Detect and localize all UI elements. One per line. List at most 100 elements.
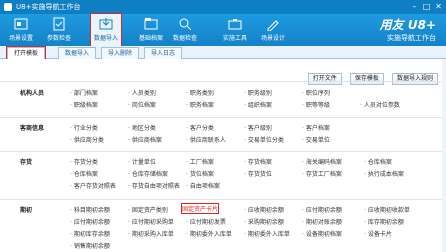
section-label: 客商信息 bbox=[20, 125, 45, 132]
section-inventory: 存货 存货分类 计量单位 工厂档案 存货档案 海关编码档案 仓库档案 仓库档案 … bbox=[0, 151, 446, 198]
list-item[interactable]: 职等等级 bbox=[302, 100, 330, 109]
ribbon-label: 场景设置 bbox=[8, 35, 33, 42]
list-item[interactable]: 仓库档案 bbox=[364, 157, 392, 166]
list-item[interactable]: 海关编码档案 bbox=[302, 157, 342, 166]
list-item[interactable]: 交易单位分类 bbox=[244, 135, 284, 144]
list-item[interactable]: 科目期初余额 bbox=[70, 205, 110, 214]
ribbon-label: 场景设计 bbox=[260, 35, 285, 42]
list-item[interactable]: 地区分类 bbox=[128, 123, 156, 132]
ribbon-scene-settings-button[interactable]: 场景设置 bbox=[6, 14, 36, 46]
u8-workbench-window: U8+实施导航工作台 – □ ✕ 场景设置 参数检查 数据导入 基础档案 数据检… bbox=[0, 0, 446, 252]
app-logo-icon bbox=[4, 3, 12, 11]
vertical-scrollbar[interactable] bbox=[442, 59, 446, 252]
list-item[interactable]: 行业分类 bbox=[70, 123, 98, 132]
ribbon-label: 实施工具 bbox=[222, 35, 247, 42]
list-item[interactable]: 交易单位 bbox=[302, 135, 330, 144]
list-item[interactable]: 货位档案 bbox=[186, 169, 214, 178]
list-item[interactable]: 客户存货对照表 bbox=[70, 181, 116, 190]
section-customer-supplier: 客商信息 行业分类 地区分类 客户分类 客户级别 客户档案 供应商分类 供应商档… bbox=[0, 117, 446, 150]
template-content: 打开文件 保存模板 数据导入规则 机构人员 部门档案 人员类别 职务类别 职务级… bbox=[0, 59, 446, 252]
ribbon-data-import-button[interactable]: 数据导入 bbox=[90, 13, 122, 47]
list-item[interactable]: 人员类别 bbox=[128, 88, 156, 97]
list-item[interactable]: 期初采购入库单 bbox=[128, 229, 174, 238]
list-item[interactable]: 供应商联系人 bbox=[186, 135, 226, 144]
window-title: U8+实施导航工作台 bbox=[16, 3, 81, 11]
tab-data-import[interactable]: 数据导入 bbox=[58, 47, 97, 59]
ribbon-data-check-button[interactable]: 数据检查 bbox=[170, 14, 200, 46]
maximize-icon[interactable]: □ bbox=[422, 2, 431, 11]
list-item[interactable]: 人员对位参数 bbox=[360, 100, 400, 109]
list-item[interactable]: 职务档案 bbox=[186, 100, 214, 109]
list-item[interactable]: 客户级别 bbox=[244, 123, 272, 132]
list-item[interactable]: 期初委外入库单 bbox=[244, 229, 290, 238]
list-item[interactable]: 职级档案 bbox=[70, 100, 98, 109]
ribbon-scene-design-button[interactable]: 场景设计 bbox=[258, 14, 288, 46]
ribbon-label: 基础档案 bbox=[138, 35, 163, 42]
list-item[interactable]: 设备卡片 bbox=[364, 229, 392, 238]
list-item[interactable]: 固定资产类别 bbox=[128, 205, 168, 214]
scene-settings-icon bbox=[14, 18, 28, 30]
brand-subtitle: 实施导航工作台 bbox=[387, 34, 436, 42]
list-item[interactable]: 存货分类 bbox=[70, 157, 98, 166]
list-item[interactable]: 应付期初发票 bbox=[186, 217, 226, 226]
parameter-check-icon bbox=[53, 17, 65, 31]
list-item[interactable]: 岗位档案 bbox=[128, 100, 156, 109]
list-item[interactable]: 期初委外入库单 bbox=[186, 229, 232, 238]
list-item[interactable]: 应付期初采购单 bbox=[128, 217, 174, 226]
list-item[interactable]: 职位序列 bbox=[302, 88, 330, 97]
list-item[interactable]: 供应商档案 bbox=[128, 135, 162, 144]
list-item[interactable]: 仓库档案 bbox=[70, 169, 98, 178]
list-item[interactable]: 执行成本档案 bbox=[364, 169, 404, 178]
tab-import-delete[interactable]: 导入删除 bbox=[101, 47, 140, 59]
ribbon-label: 数据检查 bbox=[172, 35, 197, 42]
brand-logo: 用友 U8+ 实施导航工作台 bbox=[380, 16, 436, 43]
list-item[interactable]: 期初库存余额 bbox=[70, 229, 110, 238]
section-opening: 期初 科目期初余额 固定资产类别 固定资产卡片 应收期初余额 应付期初余额 应收… bbox=[0, 199, 446, 252]
list-item[interactable]: 客户分类 bbox=[186, 123, 214, 132]
list-item[interactable]: 存货档案 bbox=[244, 157, 272, 166]
list-item[interactable]: 存货工厂档案 bbox=[302, 169, 342, 178]
tab-strip: 打开模板 数据导入 导入删除 导入日志 bbox=[0, 46, 446, 60]
title-bar: U8+实施导航工作台 – □ ✕ bbox=[0, 0, 446, 14]
list-item[interactable]: 设备期初档案 bbox=[302, 229, 342, 238]
list-item[interactable]: 期初对账余额 bbox=[302, 217, 342, 226]
list-item[interactable]: 应收期初收款单 bbox=[364, 205, 410, 214]
close-icon[interactable]: ✕ bbox=[434, 2, 443, 11]
list-item[interactable]: 自由项档案 bbox=[186, 181, 220, 190]
list-item[interactable]: 组织档案 bbox=[244, 100, 272, 109]
section-org-personnel: 机构人员 部门档案 人员类别 职务类别 职务级别 职位序列 职级档案 岗位档案 … bbox=[0, 81, 446, 116]
ribbon-parameter-check-button[interactable]: 参数检查 bbox=[44, 14, 74, 46]
list-item[interactable]: 工厂档案 bbox=[186, 157, 214, 166]
list-item[interactable]: 部门档案 bbox=[70, 88, 98, 97]
ribbon-implement-tools-button[interactable]: 实施工具 bbox=[220, 14, 250, 46]
minimize-icon[interactable]: – bbox=[410, 2, 419, 11]
list-item[interactable]: 销售期初余额 bbox=[70, 241, 110, 250]
list-item[interactable]: 采购期初余额 bbox=[244, 217, 284, 226]
section-label: 期初 bbox=[20, 207, 33, 214]
tab-open-template[interactable]: 打开模板 bbox=[5, 46, 47, 60]
ribbon-basic-archive-button[interactable]: 基础档案 bbox=[136, 14, 166, 46]
list-item[interactable]: 仓库存储档案 bbox=[128, 169, 168, 178]
list-item[interactable]: 计量单位 bbox=[128, 157, 156, 166]
list-item[interactable]: 应收期初余额 bbox=[244, 205, 284, 214]
list-item[interactable]: 职务类别 bbox=[186, 88, 214, 97]
list-item[interactable]: 供应商分类 bbox=[70, 135, 104, 144]
basic-archive-icon bbox=[144, 18, 158, 30]
list-item[interactable]: 库存期初余额 bbox=[364, 217, 404, 226]
section-label: 机构人员 bbox=[20, 90, 45, 97]
list-item[interactable]: 应付期初余额 bbox=[302, 205, 342, 214]
section-label: 存货 bbox=[20, 159, 33, 166]
tab-import-log[interactable]: 导入日志 bbox=[144, 47, 183, 59]
data-check-icon bbox=[179, 18, 192, 31]
scene-design-icon bbox=[267, 20, 279, 31]
ribbon-label: 数据导入 bbox=[93, 35, 118, 42]
fixed-asset-card-item[interactable]: 固定资产卡片 bbox=[180, 203, 220, 214]
list-item[interactable]: 客户档案 bbox=[302, 123, 330, 132]
brand-title: 用友 U8+ bbox=[379, 18, 436, 32]
list-item[interactable]: 存货自由项对照表 bbox=[128, 181, 180, 190]
ribbon-label: 参数检查 bbox=[46, 35, 71, 42]
list-item[interactable]: 职务级别 bbox=[244, 88, 272, 97]
list-item[interactable]: 存货货位 bbox=[244, 169, 272, 178]
list-item[interactable]: 应付期初余额 bbox=[70, 217, 110, 226]
data-import-icon bbox=[99, 18, 113, 30]
